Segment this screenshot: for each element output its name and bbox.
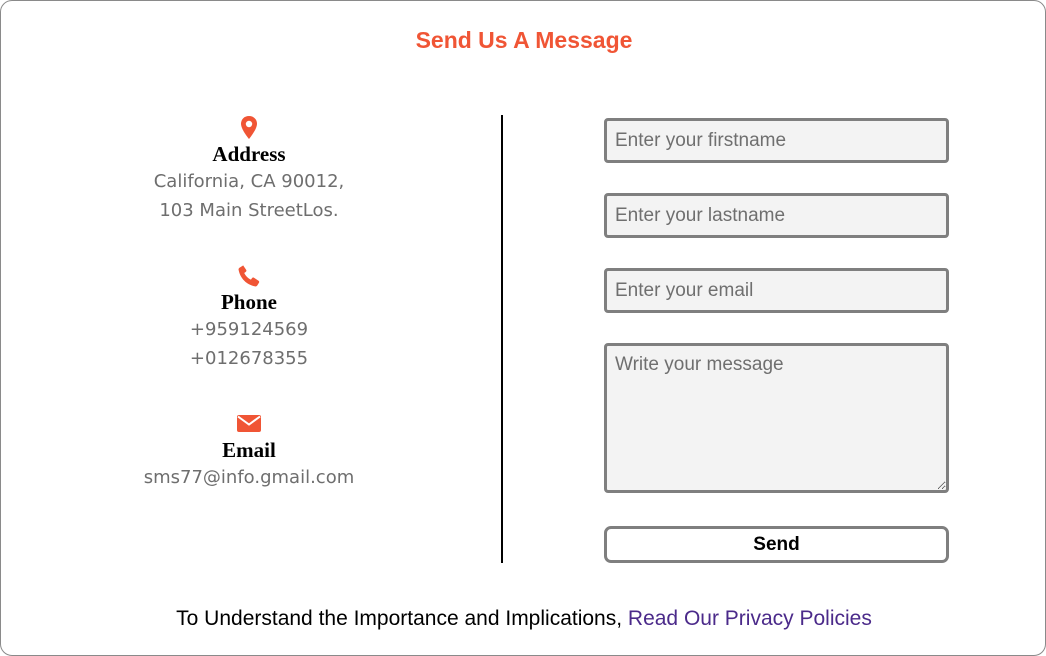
email-heading: Email	[222, 438, 276, 462]
phone-number-1: +959124569	[189, 319, 309, 340]
address-line-1: California, CA 90012,	[153, 171, 345, 192]
email-address: sms77@info.gmail.com	[143, 467, 355, 488]
contact-card: Send Us A Message Address California, CA…	[0, 0, 1046, 656]
email-input[interactable]	[604, 268, 949, 313]
address-line-2: 103 Main StreetLos.	[159, 200, 339, 221]
privacy-policy-link[interactable]: Read Our Privacy Policies	[628, 607, 872, 630]
firstname-input[interactable]	[604, 118, 949, 163]
phone-heading: Phone	[220, 290, 277, 314]
vertical-divider	[501, 115, 503, 563]
phone-icon	[99, 263, 399, 289]
page-title: Send Us A Message	[415, 27, 633, 53]
privacy-notice: To Understand the Importance and Implica…	[1, 607, 1046, 631]
privacy-notice-text: To Understand the Importance and Implica…	[176, 607, 628, 630]
address-heading: Address	[212, 142, 286, 166]
location-pin-icon	[99, 115, 399, 141]
phone-number-2: +012678355	[189, 348, 309, 369]
lastname-input[interactable]	[604, 193, 949, 238]
send-button[interactable]: Send	[604, 526, 949, 563]
phone-block: Phone +959124569 +012678355	[99, 263, 399, 373]
envelope-icon	[99, 411, 399, 437]
address-block: Address California, CA 90012, 103 Main S…	[99, 115, 399, 225]
email-block: Email sms77@info.gmail.com	[99, 411, 399, 492]
message-textarea[interactable]	[604, 343, 949, 493]
